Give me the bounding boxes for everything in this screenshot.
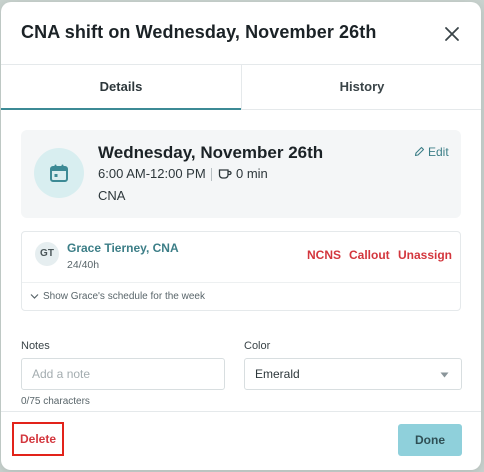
color-select[interactable]: Emerald (244, 358, 462, 390)
shift-modal: CNA shift on Wednesday, November 26th De… (1, 2, 481, 470)
shift-summary-card: Wednesday, November 26th 6:00 AM-12:00 P… (21, 130, 461, 218)
notes-label: Notes (21, 340, 50, 352)
coffee-cup-icon (218, 167, 232, 185)
delete-button[interactable]: Delete (12, 422, 64, 456)
assignee-card: GT Grace Tierney, CNA 24/40h NCNS Callou… (21, 231, 461, 311)
color-selected-value: Emerald (255, 367, 300, 381)
shift-day: Wednesday, November 26th (98, 143, 324, 162)
assignee-name-link[interactable]: Grace Tierney, CNA (67, 241, 179, 255)
ncns-button[interactable]: NCNS (307, 248, 341, 262)
time-separator (211, 168, 212, 181)
calendar-icon (34, 148, 84, 198)
notes-char-count: 0/75 characters (21, 396, 90, 407)
shift-role: CNA (98, 188, 126, 203)
caret-down-icon (440, 372, 449, 378)
assignee-hours: 24/40h (67, 259, 100, 271)
modal-header: CNA shift on Wednesday, November 26th (1, 2, 481, 65)
pencil-icon (414, 146, 425, 157)
color-label: Color (244, 340, 271, 352)
edit-label: Edit (428, 145, 449, 159)
tab-history[interactable]: History (241, 65, 481, 109)
notes-input[interactable]: Add a note (21, 358, 225, 390)
callout-button[interactable]: Callout (349, 248, 390, 262)
close-icon[interactable] (443, 25, 461, 43)
footer-divider (1, 411, 481, 412)
shift-time: 6:00 AM-12:00 PM (98, 166, 206, 181)
modal-title: CNA shift on Wednesday, November 26th (21, 22, 377, 42)
divider (22, 282, 460, 283)
avatar: GT (35, 242, 59, 266)
done-button[interactable]: Done (398, 424, 462, 456)
unassign-button[interactable]: Unassign (398, 248, 452, 262)
break-duration: 0 min (236, 166, 268, 181)
chevron-down-icon (30, 294, 39, 299)
tab-bar: Details History (1, 65, 481, 110)
show-schedule-label: Show Grace's schedule for the week (43, 291, 205, 302)
tab-details[interactable]: Details (1, 65, 241, 110)
